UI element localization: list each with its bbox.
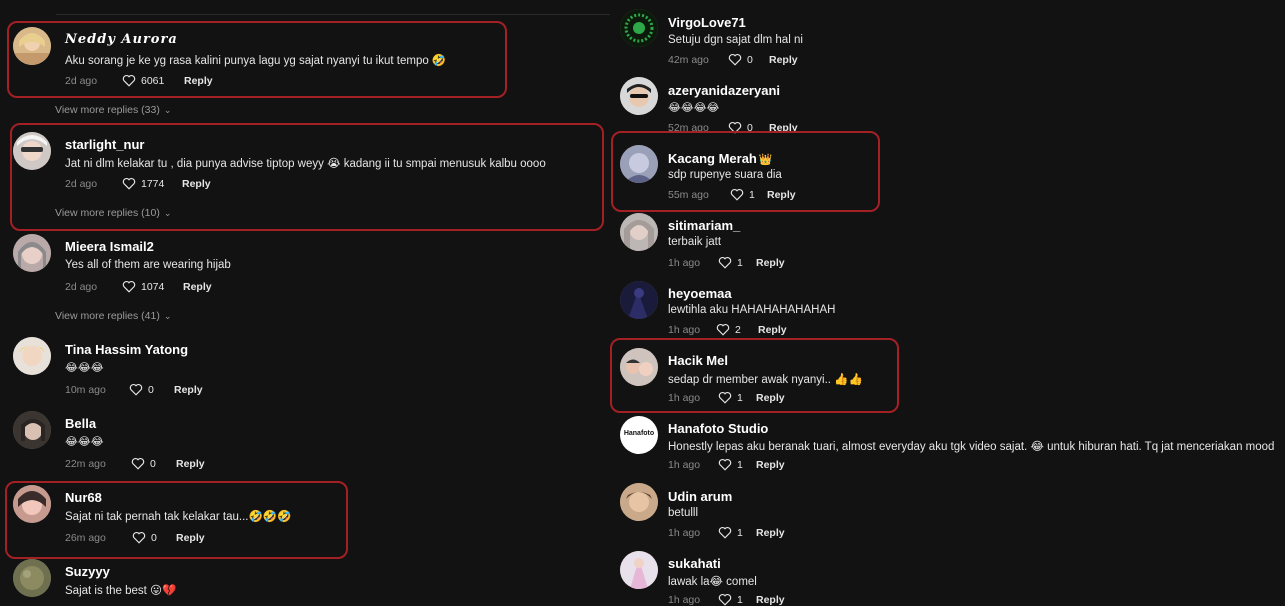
timestamp: 1h ago: [668, 527, 701, 539]
chevron-down-icon: ⌄: [163, 105, 172, 115]
avatar[interactable]: [13, 559, 51, 597]
reply-button[interactable]: Reply: [756, 527, 785, 539]
like-button[interactable]: 0: [728, 53, 753, 66]
username[interactable]: sukahati: [668, 556, 721, 571]
divider: [56, 14, 610, 15]
heart-icon: [131, 457, 145, 470]
reply-button[interactable]: Reply: [758, 324, 787, 336]
like-button[interactable]: 2: [716, 323, 741, 336]
highlight-box: [611, 131, 880, 212]
timestamp: 22m ago: [65, 458, 106, 470]
comment-text: Sajat is the best 😛💔: [65, 585, 177, 597]
right-comment-column: VirgoLove71 Setuju dgn sajat dlm hal ni …: [610, 0, 1285, 606]
avatar[interactable]: [620, 551, 658, 589]
like-button[interactable]: 0: [129, 383, 154, 396]
timestamp: 10m ago: [65, 384, 106, 396]
comment-text: lawak la😂 comel: [668, 576, 757, 588]
comment-text: terbaik jatt: [668, 236, 722, 248]
comment-text: 😂😂😂: [65, 436, 104, 448]
comment-text: 😂😂😂: [65, 362, 104, 374]
username[interactable]: Suzyyy: [65, 564, 110, 579]
heart-icon: [718, 526, 732, 539]
username[interactable]: heyoemaa: [668, 286, 732, 301]
reply-button[interactable]: Reply: [174, 384, 203, 396]
like-count: 1074: [141, 280, 165, 293]
like-button[interactable]: 1074: [122, 280, 164, 293]
like-count: 0: [747, 53, 753, 66]
avatar[interactable]: [13, 411, 51, 449]
view-more-replies[interactable]: View more replies (41) ⌄: [55, 310, 171, 322]
heart-icon: [716, 323, 730, 336]
avatar[interactable]: [13, 234, 51, 272]
hanafoto-logo: Hanafoto: [623, 430, 655, 437]
timestamp: 1h ago: [668, 594, 701, 606]
username[interactable]: Hanafoto Studio: [668, 421, 768, 436]
timestamp: 1h ago: [668, 324, 701, 336]
comment-text: lewtihla aku HAHAHAHAHAHAH: [668, 304, 836, 316]
avatar[interactable]: [13, 337, 51, 375]
like-count: 1: [737, 526, 743, 539]
comment-text: betulll: [668, 507, 699, 519]
avatar[interactable]: [620, 77, 658, 115]
reply-button[interactable]: Reply: [176, 458, 205, 470]
avatar[interactable]: [620, 9, 658, 47]
timestamp: 1h ago: [668, 257, 701, 269]
reply-button[interactable]: Reply: [756, 257, 785, 269]
comment-text: 😂😂😂😂: [668, 102, 720, 114]
like-count: 1: [737, 458, 743, 471]
like-button[interactable]: 0: [131, 457, 156, 470]
comment-text: Honestly lepas aku beranak tuari, almost…: [668, 441, 1275, 453]
highlight-box: [7, 21, 507, 98]
reply-button[interactable]: Reply: [756, 459, 785, 471]
comment-text: Setuju dgn sajat dlm hal ni: [668, 34, 803, 46]
like-count: 1: [737, 256, 743, 269]
avatar[interactable]: [620, 483, 658, 521]
highlight-box: [610, 338, 899, 413]
like-button[interactable]: 1: [718, 458, 743, 471]
username[interactable]: VirgoLove71: [668, 15, 746, 30]
highlight-box: [10, 123, 604, 231]
like-count: 2: [735, 323, 741, 336]
username[interactable]: Udin arum: [668, 489, 732, 504]
like-button[interactable]: 1: [718, 256, 743, 269]
chevron-down-icon: ⌄: [163, 311, 172, 321]
heart-icon: [718, 458, 732, 471]
timestamp: 42m ago: [668, 54, 709, 66]
username[interactable]: sitimariam_: [668, 218, 740, 233]
highlight-box: [5, 481, 348, 559]
username[interactable]: azeryanidazeryani: [668, 83, 780, 98]
heart-icon: [129, 383, 143, 396]
timestamp: 1h ago: [668, 459, 701, 471]
avatar[interactable]: [620, 213, 658, 251]
view-more-replies[interactable]: View more replies (33) ⌄: [55, 104, 171, 116]
reply-button[interactable]: Reply: [769, 54, 798, 66]
like-count: 0: [150, 457, 156, 470]
timestamp: 2d ago: [65, 281, 98, 293]
username[interactable]: Bella: [65, 416, 96, 431]
heart-icon: [718, 256, 732, 269]
avatar[interactable]: Hanafoto: [620, 416, 658, 454]
left-comment-column: 𝑵𝒆𝒅𝒅𝒚 𝑨𝒖𝒓𝒐𝒓𝒂 Aku sorang je ke yg rasa ka…: [0, 0, 610, 600]
username[interactable]: Tina Hassim Yatong: [65, 342, 188, 357]
heart-icon: [728, 53, 742, 66]
username[interactable]: Mieera Ismail2: [65, 239, 154, 254]
comment-text: Yes all of them are wearing hijab: [65, 259, 231, 271]
heart-icon: [122, 280, 136, 293]
reply-button[interactable]: Reply: [756, 594, 785, 606]
reply-button[interactable]: Reply: [183, 281, 212, 293]
like-count: 0: [148, 383, 154, 396]
like-button[interactable]: 1: [718, 526, 743, 539]
avatar[interactable]: [620, 281, 658, 319]
